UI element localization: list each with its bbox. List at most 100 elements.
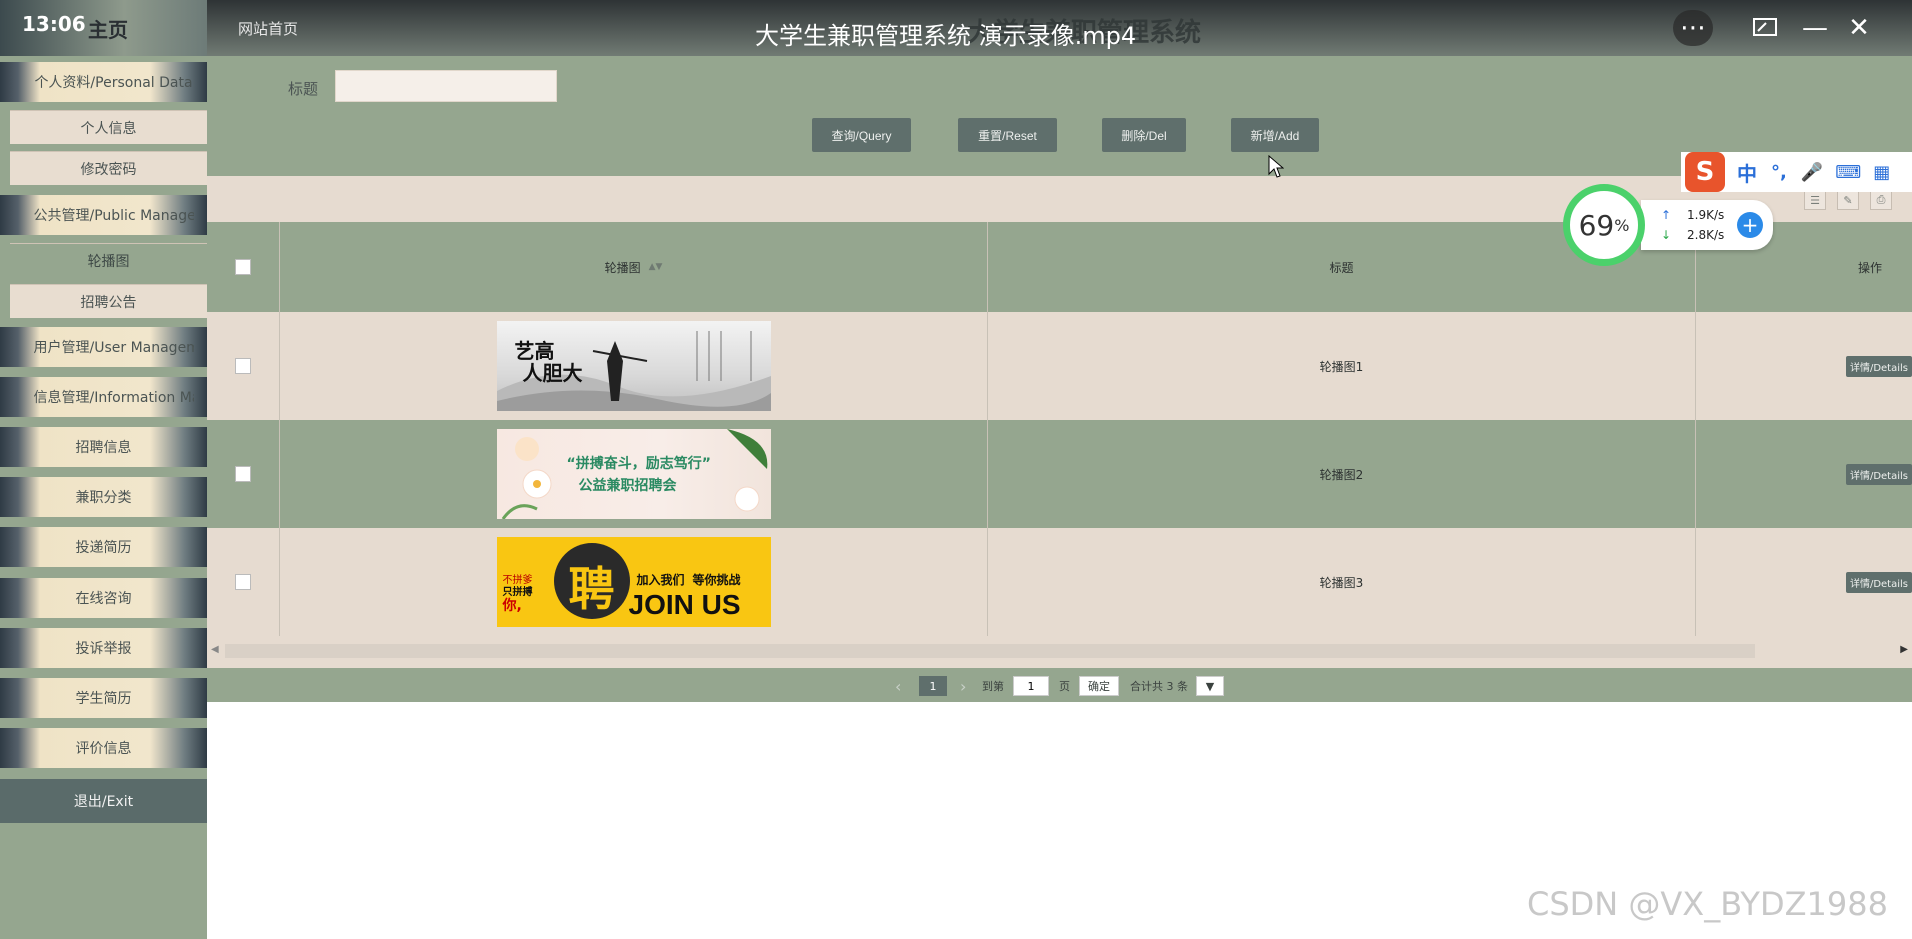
download-arrow-icon: ↓ [1661, 228, 1672, 242]
banner-3-join-us: JOIN US [628, 589, 741, 620]
total-count: 合计共 3 条 [1130, 680, 1188, 693]
top-bar: 网站首页 大学生兼职管理系统 大学生兼职管理系统 演示录像.mp4 ⋯ — ✕ [207, 0, 1912, 56]
banner-cell: 聘 不拼爹 只拼搏 你, 加入我们 等你挑战 JOIN US [280, 528, 988, 636]
details-button[interactable]: 详情/Details [1845, 463, 1912, 485]
details-button[interactable]: 详情/Details [1845, 571, 1912, 593]
upload-arrow-icon: ↑ [1661, 208, 1672, 222]
export-icon[interactable]: ✎ [1837, 190, 1859, 210]
restore-icon[interactable] [1745, 10, 1785, 46]
mic-icon[interactable]: 🎤 [1801, 162, 1823, 183]
horizontal-scrollbar[interactable]: ◀ ▶ [207, 636, 1912, 668]
sidebar-item-submitted-resumes[interactable]: 投递简历 [0, 527, 207, 567]
sidebar-group-information-management[interactable]: 信息管理/Information Management [0, 377, 207, 417]
sidebar-exit-button[interactable]: 退出/Exit [0, 779, 207, 823]
ime-language-toggle[interactable]: 中 [1737, 158, 1757, 187]
sidebar-item-online-consult[interactable]: 在线咨询 [0, 578, 207, 618]
prev-page-icon[interactable]: ‹ [895, 676, 901, 696]
mouse-cursor-icon [1268, 155, 1284, 178]
query-button[interactable]: 查询/Query [812, 118, 911, 152]
row-select-cell [207, 528, 280, 636]
goto-label: 到第 [982, 680, 1004, 693]
table-row: “拼搏奋斗，励志笃行” 公益兼职招聘会 轮播图2 详情/Details [207, 420, 1912, 528]
banner-3-text-d: 加入我们 [636, 573, 685, 587]
details-button[interactable]: 详情/Details [1845, 355, 1912, 377]
row-actions: 详情/Details [1696, 312, 1912, 420]
row-checkbox[interactable] [235, 574, 251, 590]
sidebar-item-carousel[interactable]: 轮播图 [10, 243, 207, 277]
next-page-icon[interactable]: › [960, 676, 966, 696]
sidebar-item-change-password[interactable]: 修改密码 [10, 151, 207, 185]
accelerate-plus-icon[interactable]: + [1737, 212, 1763, 238]
sidebar-item-job-info[interactable]: 招聘信息 [0, 427, 207, 467]
row-checkbox[interactable] [235, 358, 251, 374]
title-search-input[interactable] [335, 70, 557, 102]
main-area: 网站首页 大学生兼职管理系统 大学生兼职管理系统 演示录像.mp4 ⋯ — ✕ … [207, 0, 1912, 939]
select-all-checkbox[interactable] [235, 259, 251, 275]
select-all-cell [207, 222, 280, 312]
print-icon[interactable]: ⎙ [1870, 190, 1892, 210]
banner-2-slogan: “拼搏奋斗，励志笃行” [566, 456, 711, 472]
goto-page-input[interactable] [1013, 676, 1049, 696]
scroll-right-icon[interactable]: ▶ [1900, 644, 1908, 655]
carousel-image-2[interactable]: “拼搏奋斗，励志笃行” 公益兼职招聘会 [496, 429, 771, 519]
sort-icon[interactable]: ▲▼ [649, 262, 663, 272]
row-checkbox[interactable] [235, 466, 251, 482]
page-current[interactable]: 1 [919, 676, 947, 696]
table-row: 聘 不拼爹 只拼搏 你, 加入我们 等你挑战 JOIN US 轮播图3 详情/D… [207, 528, 1912, 636]
home-label[interactable]: 主页 [88, 14, 128, 43]
header-carousel[interactable]: 轮播图 ▲▼ [280, 222, 988, 312]
download-speed: 2.8K/s [1687, 228, 1725, 242]
row-title: 轮播图3 [988, 528, 1696, 636]
sidebar-group-personal-data[interactable]: 个人资料/Personal Data [0, 62, 207, 102]
minimize-icon[interactable]: — [1795, 10, 1835, 46]
delete-button[interactable]: 删除/Del [1102, 118, 1186, 152]
row-title: 轮播图1 [988, 312, 1696, 420]
speed-panel: ↑ 1.9K/s ↓ 2.8K/s + [1641, 200, 1773, 250]
banner-cell: 艺高 人胆大 [280, 312, 988, 420]
flower-illustration [501, 429, 767, 519]
ime-punctuation-toggle[interactable]: °, [1771, 162, 1787, 183]
title-label: 标题 [288, 80, 319, 98]
row-select-cell [207, 312, 280, 420]
keyboard-icon[interactable]: ⌨ [1835, 162, 1861, 183]
carousel-image-3[interactable]: 聘 不拼爹 只拼搏 你, 加入我们 等你挑战 JOIN US [496, 537, 771, 627]
banner-1-headline-b: 人胆大 [522, 361, 583, 385]
add-button[interactable]: 新增/Add [1231, 118, 1319, 152]
banner-3-hire-glyph: 聘 [568, 562, 615, 616]
reset-button[interactable]: 重置/Reset [958, 118, 1057, 152]
row-title: 轮播图2 [988, 420, 1696, 528]
goto-confirm-button[interactable]: 确定 [1079, 676, 1119, 696]
close-icon[interactable]: ✕ [1839, 10, 1879, 46]
sidebar: 个人资料/Personal Data 个人信息 修改密码 公共管理/Public… [0, 0, 207, 939]
more-icon[interactable]: ⋯ [1673, 10, 1713, 46]
sidebar-item-student-resumes[interactable]: 学生简历 [0, 678, 207, 718]
banner-cell: “拼搏奋斗，励志笃行” 公益兼职招聘会 [280, 420, 988, 528]
network-speed-widget: ↑ 1.9K/s ↓ 2.8K/s + 69% [1563, 184, 1777, 266]
sidebar-item-evaluations[interactable]: 评价信息 [0, 728, 207, 768]
scroll-left-icon[interactable]: ◀ [211, 644, 219, 655]
page-size-dropdown[interactable]: ▼ [1196, 676, 1224, 696]
columns-icon[interactable]: ☰ [1804, 190, 1826, 210]
banner-2-subtitle: 公益兼职招聘会 [578, 478, 677, 494]
memory-usage-gauge[interactable]: 69% [1563, 184, 1645, 266]
table-row: 艺高 人胆大 轮播图1 详情/Details [207, 312, 1912, 420]
pagination: ‹ 1 › 到第 页 确定 合计共 3 条 ▼ [207, 668, 1912, 702]
sidebar-item-part-time-category[interactable]: 兼职分类 [0, 477, 207, 517]
scrollbar-thumb[interactable] [225, 644, 1755, 658]
csdn-watermark: CSDN @VX_BYDZ1988 [1527, 885, 1888, 923]
banner-3-text-e: 等你挑战 [692, 573, 741, 587]
carousel-image-1[interactable]: 艺高 人胆大 [496, 321, 771, 411]
sidebar-group-user-management[interactable]: 用户管理/User Management [0, 327, 207, 367]
row-select-cell [207, 420, 280, 528]
sidebar-item-recruitment-notice[interactable]: 招聘公告 [10, 284, 207, 318]
video-clock: 13:06 [22, 12, 86, 36]
site-home-link[interactable]: 网站首页 [238, 18, 298, 39]
sidebar-group-public-management[interactable]: 公共管理/Public Management [0, 195, 207, 235]
sidebar-item-complaints[interactable]: 投诉举报 [0, 628, 207, 668]
video-title: 大学生兼职管理系统 演示录像.mp4 [755, 22, 1137, 50]
row-actions: 详情/Details [1696, 528, 1912, 636]
search-area: 标题 查询/Query 重置/Reset 删除/Del 新增/Add [207, 56, 1912, 176]
apps-icon[interactable]: ▦ [1873, 162, 1890, 183]
sidebar-item-personal-info[interactable]: 个人信息 [10, 110, 207, 144]
banner-3-text-c: 你, [502, 598, 522, 614]
